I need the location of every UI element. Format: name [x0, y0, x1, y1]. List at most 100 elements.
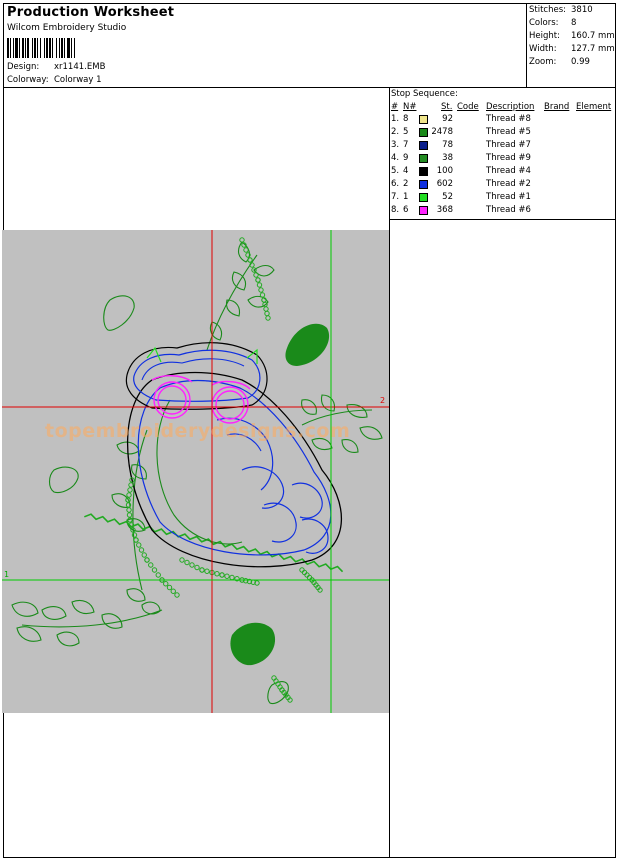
barcode-bar	[64, 38, 65, 58]
row-number: 4.	[391, 153, 400, 163]
row-needle: 2	[403, 179, 409, 189]
barcode-bar	[52, 38, 53, 58]
bead	[138, 547, 145, 553]
barcode-bar	[7, 38, 9, 58]
bead	[255, 277, 261, 283]
barcode-bar	[67, 38, 70, 58]
row-description: Thread #4	[486, 166, 531, 176]
bead	[148, 562, 154, 568]
row-needle: 4	[403, 166, 409, 176]
owl-outline	[125, 342, 343, 568]
row-description: Thread #8	[486, 114, 531, 124]
bead	[264, 310, 270, 317]
barcode-bar	[10, 38, 11, 58]
barcode-bar	[13, 38, 14, 58]
column-divider	[389, 87, 390, 858]
bead	[189, 562, 195, 568]
row-needle: 8	[403, 114, 409, 124]
software-name: Wilcom Embroidery Studio	[7, 23, 127, 33]
row-description: Thread #5	[486, 127, 531, 137]
bead	[133, 537, 139, 543]
row-stitches: 52	[442, 192, 453, 202]
design-value: xr1141.EMB	[54, 62, 106, 72]
row-description: Thread #9	[486, 153, 531, 163]
row-description: Thread #1	[486, 192, 531, 202]
bead	[263, 306, 269, 312]
row-description: Thread #7	[486, 140, 531, 150]
barcode-bar	[19, 38, 20, 58]
col-code: Code	[457, 102, 479, 112]
width-value: 127.7 mm	[571, 44, 615, 54]
bead	[199, 567, 205, 573]
bead	[155, 572, 161, 578]
bead	[151, 567, 158, 573]
bead	[219, 572, 225, 578]
stop-sequence-title: Stop Sequence:	[391, 89, 458, 99]
row-stitches: 2478	[431, 127, 453, 137]
row-stitches: 100	[436, 166, 453, 176]
foliage	[11, 241, 383, 705]
row-description: Thread #6	[486, 205, 531, 215]
row-stitches: 92	[442, 114, 453, 124]
bead	[229, 574, 235, 581]
barcode-bar	[71, 38, 72, 58]
barcode-bar	[27, 38, 29, 58]
bead	[224, 573, 230, 579]
bead	[258, 287, 264, 293]
row-number: 6.	[391, 179, 400, 189]
marker-2: 2	[380, 396, 386, 405]
col-stitches: St.	[441, 102, 453, 112]
bead	[127, 487, 133, 493]
barcode-bar	[32, 38, 33, 58]
colors-value: 8	[571, 18, 577, 28]
design-label: Design:	[7, 62, 40, 72]
barcode-bar	[56, 38, 57, 58]
embroidery-design	[2, 230, 389, 713]
height-label: Height:	[529, 31, 560, 41]
stop-sequence-bottom	[389, 219, 616, 220]
barcode-bar	[44, 38, 45, 58]
row-stitches: 602	[436, 179, 453, 189]
bead	[204, 568, 210, 574]
col-num: #	[391, 102, 399, 112]
barcode	[7, 38, 75, 58]
row-description: Thread #2	[486, 179, 531, 189]
bead	[265, 315, 271, 321]
row-needle: 1	[403, 192, 409, 202]
barcode-bar	[74, 38, 75, 58]
stitches-label: Stitches:	[529, 5, 567, 15]
height-value: 160.7 mm	[571, 31, 615, 41]
colors-label: Colors:	[529, 18, 559, 28]
bead	[126, 507, 132, 513]
col-element: Element	[576, 102, 612, 112]
bead	[179, 557, 185, 563]
stats-divider	[526, 3, 527, 87]
watermark: topembroiderydesigns.com	[45, 420, 351, 442]
row-needle: 6	[403, 205, 409, 215]
bead	[256, 282, 263, 288]
leaf-solid-bottom	[230, 622, 276, 666]
row-number: 3.	[391, 140, 400, 150]
row-needle: 5	[403, 127, 409, 137]
bead-chains	[125, 237, 323, 703]
leaf-solid-top	[285, 323, 330, 366]
barcode-bar	[40, 38, 41, 58]
row-stitches: 78	[442, 140, 453, 150]
marker-1: 1	[4, 570, 10, 579]
bead	[144, 557, 150, 563]
bead	[194, 564, 200, 571]
stitches-value: 3810	[571, 5, 593, 15]
zoom-label: Zoom:	[529, 57, 557, 67]
row-number: 5.	[391, 166, 400, 176]
barcode-bar	[37, 38, 38, 58]
row-number: 8.	[391, 205, 400, 215]
row-number: 2.	[391, 127, 400, 137]
row-stitches: 368	[436, 205, 453, 215]
col-brand: Brand	[544, 102, 570, 112]
col-needle: N#	[403, 102, 417, 112]
bead	[253, 272, 259, 278]
zoom-value: 0.99	[571, 57, 590, 67]
barcode-bar	[34, 38, 36, 58]
col-description: Description	[486, 102, 535, 112]
barcode-bar	[46, 38, 48, 58]
